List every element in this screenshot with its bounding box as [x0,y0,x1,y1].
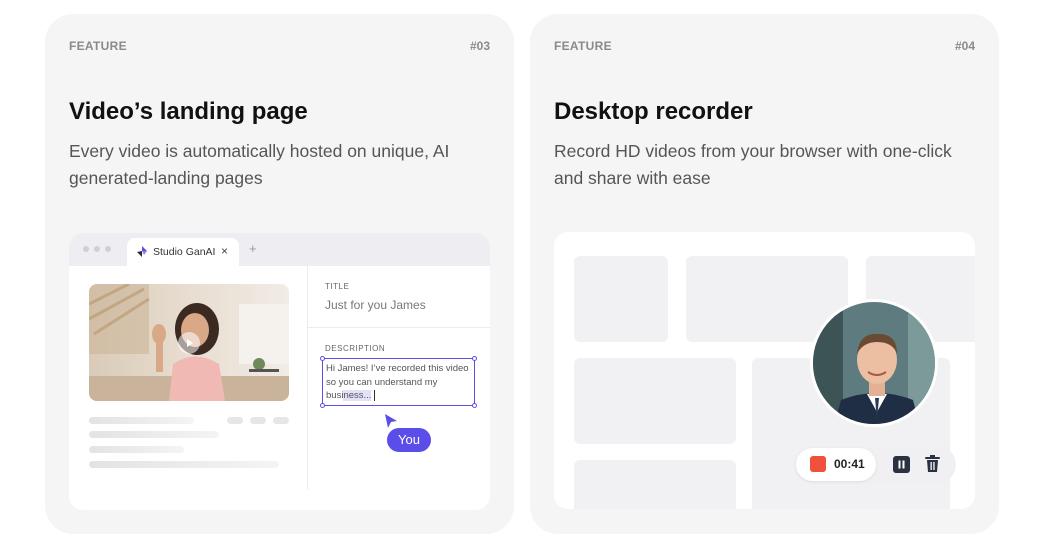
window-dot [94,246,100,252]
skeleton-line [89,446,184,453]
skeleton-pill [273,417,289,424]
feature-number: #04 [954,39,975,53]
feature-description: Every video is automatically hosted on u… [69,141,450,188]
browser-tab[interactable]: Studio GanAI × [127,238,239,266]
recorder-mockup: 00:41 [554,232,975,509]
resize-handle[interactable] [472,403,477,408]
pause-icon[interactable] [893,456,910,473]
play-icon[interactable] [178,332,200,354]
skeleton-pill [227,417,243,424]
studio-logo-icon [137,246,147,257]
skeleton-line [89,417,194,424]
feature-number: #03 [469,39,490,53]
feature-label: FEATURE [554,39,612,53]
collaborator-tag: You [387,428,431,452]
skeleton-pill [250,417,266,424]
browser-tab-bar: Studio GanAI × + [69,233,490,266]
feature-card-desktop-recorder: FEATURE #04 Desktop recorder Record HD v… [530,14,999,534]
resize-handle[interactable] [320,403,325,408]
title-field-value[interactable]: Just for you James [325,298,426,312]
feature-title: Desktop recorder [554,98,753,125]
stop-record-icon[interactable] [810,456,826,472]
skeleton-line [89,461,279,468]
resize-handle[interactable] [472,356,477,361]
new-tab-icon[interactable]: + [249,241,257,256]
browser-mockup: Studio GanAI × + TITLE Just for you Jame… [69,233,490,510]
person-portrait [813,302,935,424]
resize-handle[interactable] [320,356,325,361]
description-field-label: DESCRIPTION [325,344,386,353]
browser-tab-label: Studio GanAI [153,246,216,258]
recording-controls: 00:41 [794,446,956,483]
title-field-label: TITLE [325,282,350,291]
placeholder-block [574,256,668,342]
video-thumbnail[interactable] [89,284,289,401]
feature-title: Video’s landing page [69,98,308,125]
text-caret: ​ [374,390,376,401]
trash-icon[interactable] [924,455,941,473]
window-dot [83,246,89,252]
feature-description: Record HD videos from your browser with … [554,141,952,188]
window-dots [83,246,111,252]
recording-timer: 00:41 [796,448,876,481]
close-icon[interactable]: × [221,244,228,258]
field-divider [308,327,490,328]
panel-divider [307,266,308,490]
cursor-icon [385,414,397,428]
feature-card-landing-page: FEATURE #03 Video’s landing page Every v… [45,14,514,534]
feature-label: FEATURE [69,39,127,53]
placeholder-block [574,358,736,444]
recording-time: 00:41 [834,457,865,471]
placeholder-block [574,460,736,509]
window-dot [105,246,111,252]
selected-text: ness... [343,390,372,401]
skeleton-line [89,431,219,438]
description-textarea[interactable]: Hi James! I’ve recorded this video so yo… [320,356,477,408]
webcam-avatar[interactable] [810,299,938,427]
